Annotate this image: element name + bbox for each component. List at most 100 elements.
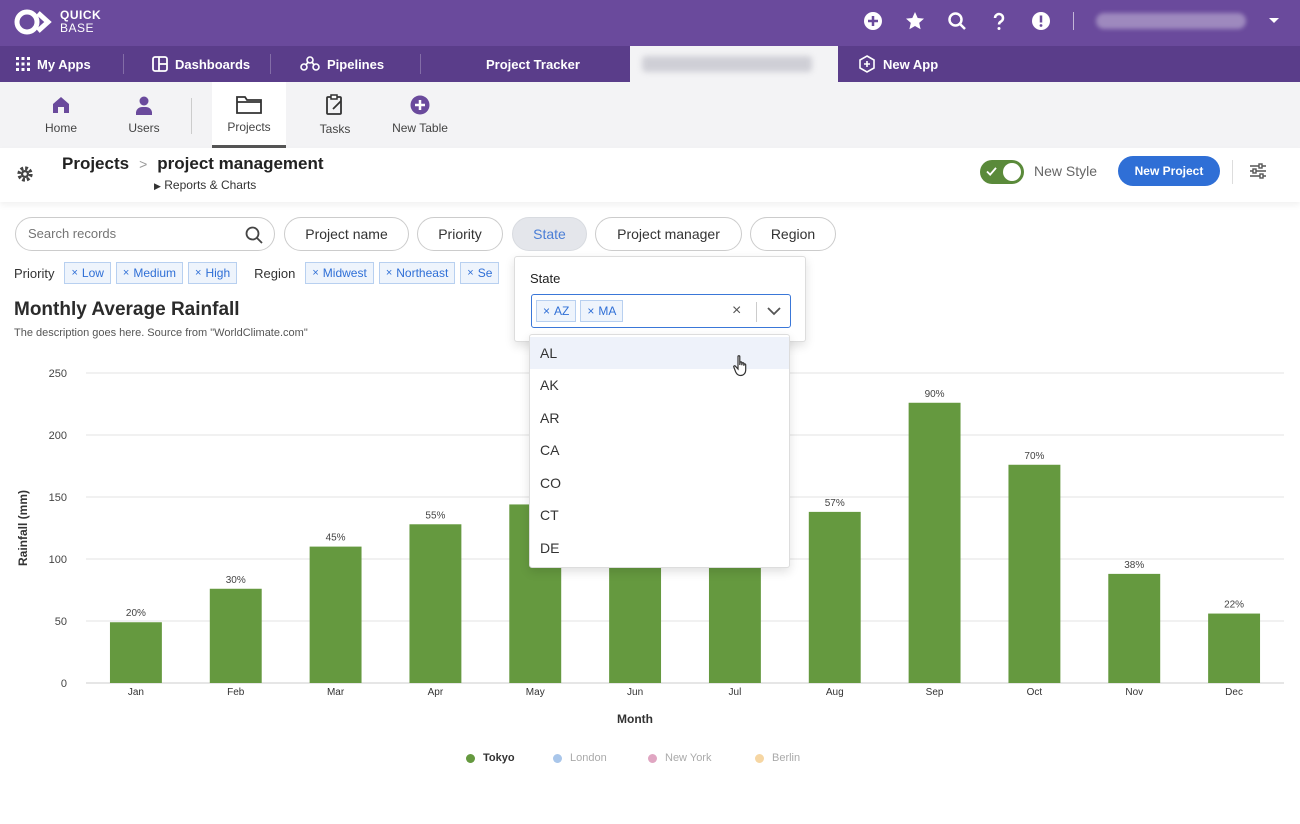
bar-nov [1108, 573, 1161, 683]
y-tick-label: 100 [49, 554, 67, 566]
tab-home[interactable]: Home [36, 82, 86, 148]
state-option-de[interactable]: DE [530, 532, 789, 564]
data-label: 45% [326, 533, 346, 544]
tab-new-table-label: New Table [392, 121, 448, 135]
quickbase-logo[interactable]: QUICK BASE [14, 7, 101, 37]
new-project-button[interactable]: New Project [1118, 156, 1220, 186]
state-chip-ma[interactable]: × MA [580, 300, 624, 322]
new-app-icon [859, 55, 875, 73]
clear-icon[interactable]: × [732, 302, 741, 320]
quickbase-logo-icon [14, 9, 52, 35]
chevron-down-icon[interactable] [1268, 17, 1280, 25]
tab-projects[interactable]: Projects [212, 82, 286, 148]
search-input[interactable] [28, 226, 238, 241]
nav-dashboards[interactable]: Dashboards [152, 46, 250, 82]
remove-icon[interactable]: × [386, 267, 392, 279]
state-option-ct[interactable]: CT [530, 499, 789, 531]
gear-icon[interactable] [16, 165, 34, 183]
new-style-toggle[interactable] [980, 160, 1024, 184]
reports-charts-label: Reports & Charts [164, 178, 257, 192]
grid-icon [16, 57, 30, 71]
remove-icon[interactable]: × [312, 267, 318, 279]
search-icon[interactable] [244, 225, 264, 245]
top-actions [863, 10, 1280, 32]
add-icon[interactable] [863, 10, 883, 32]
nav-my-apps[interactable]: My Apps [16, 46, 91, 82]
alert-icon[interactable] [1031, 10, 1051, 32]
nav-project-tracker[interactable]: Project Tracker [486, 46, 580, 82]
search-icon[interactable] [947, 10, 967, 32]
bar-feb [209, 588, 262, 683]
legend-item-london[interactable]: London [553, 752, 607, 764]
nav-current-app[interactable] [630, 46, 838, 82]
bar-apr [409, 524, 462, 683]
tab-new-table[interactable]: New Table [388, 82, 452, 148]
nav-new-app[interactable]: New App [858, 46, 938, 82]
priority-chip-high[interactable]: × High [188, 262, 238, 284]
chip-label: AZ [554, 304, 570, 318]
bar-aug [808, 511, 861, 683]
user-menu[interactable] [1096, 13, 1246, 29]
x-tick-label: Nov [1125, 687, 1143, 698]
nav-pipelines[interactable]: Pipelines [300, 46, 384, 82]
pipelines-icon [300, 56, 320, 71]
nav-divider [123, 54, 124, 74]
legend-label: New York [665, 752, 712, 764]
remove-icon[interactable]: × [71, 267, 77, 279]
nav-pipelines-label: Pipelines [327, 56, 385, 72]
legend-item-new-york[interactable]: New York [648, 752, 711, 764]
remove-icon[interactable]: × [467, 267, 473, 279]
bar-jul [708, 559, 761, 683]
breadcrumb-root[interactable]: Projects [62, 154, 129, 174]
nav-new-app-label: New App [883, 56, 939, 72]
priority-chip-low[interactable]: × Low [64, 262, 111, 284]
reports-charts-link[interactable]: ▶ Reports & Charts [154, 178, 256, 192]
x-tick-label: May [526, 687, 545, 698]
folder-icon [236, 95, 262, 114]
state-option-co[interactable]: CO [530, 467, 789, 499]
chevron-down-icon[interactable] [767, 306, 781, 316]
top-bar: QUICK BASE [0, 0, 1300, 46]
legend-dot-icon [553, 753, 562, 763]
x-tick-label: Oct [1027, 687, 1043, 698]
region-chip-midwest[interactable]: × Midwest [305, 262, 374, 284]
sliders-icon[interactable] [1248, 161, 1268, 181]
remove-icon[interactable]: × [543, 304, 550, 318]
region-chip-northeast[interactable]: × Northeast [378, 262, 456, 284]
bar-sep [908, 402, 961, 683]
state-select[interactable]: × AZ × MA × [531, 294, 791, 328]
logo-text: QUICK BASE [60, 9, 101, 35]
filter-project-manager[interactable]: Project manager [595, 217, 742, 251]
state-option-ca[interactable]: CA [530, 434, 789, 466]
tab-users[interactable]: Users [118, 82, 170, 148]
filter-state[interactable]: State [512, 217, 587, 251]
x-tick-label: Aug [826, 687, 844, 698]
star-icon[interactable] [905, 10, 925, 32]
search-box[interactable] [15, 217, 275, 251]
help-icon[interactable] [989, 10, 1009, 32]
priority-chip-medium[interactable]: × Medium [115, 262, 184, 284]
filter-region[interactable]: Region [750, 217, 836, 251]
nav-dashboards-label: Dashboards [175, 56, 251, 72]
legend-item-berlin[interactable]: Berlin [755, 752, 800, 764]
remove-icon[interactable]: × [123, 267, 129, 279]
current-app-name [642, 56, 812, 72]
data-label: 90% [925, 389, 945, 400]
state-option-ar[interactable]: AR [530, 402, 789, 434]
state-chip-az[interactable]: × AZ [536, 300, 577, 322]
remove-icon[interactable]: × [195, 267, 201, 279]
tab-users-label: Users [128, 121, 160, 135]
legend-dot-icon [648, 753, 657, 763]
state-filter-label: State [530, 271, 561, 286]
filter-project-name[interactable]: Project name [284, 217, 409, 251]
chart-description: The description goes here. Source from "… [14, 327, 308, 339]
region-chip-southeast[interactable]: × Se [460, 262, 500, 284]
priority-filter-label: Priority [14, 265, 55, 281]
chip-label: High [205, 266, 231, 280]
chip-label: Medium [133, 266, 177, 280]
filter-priority[interactable]: Priority [417, 217, 503, 251]
legend-item-tokyo[interactable]: Tokyo [466, 752, 515, 764]
remove-icon[interactable]: × [587, 304, 594, 318]
data-label: 55% [425, 510, 445, 521]
tab-tasks[interactable]: Tasks [312, 82, 358, 148]
